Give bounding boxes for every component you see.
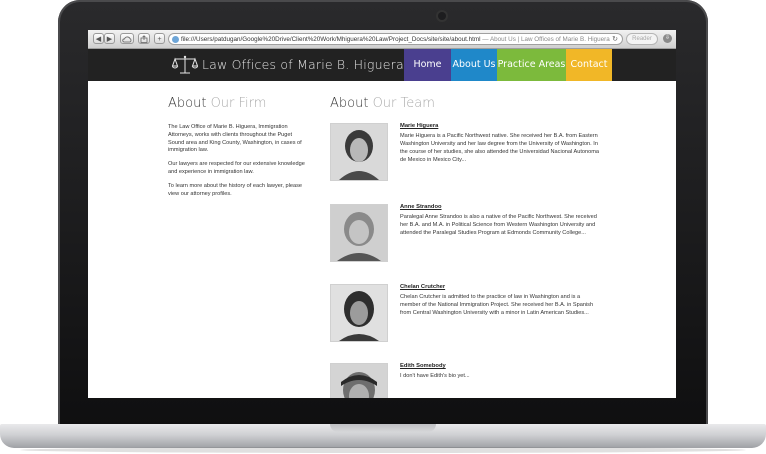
cloud-icon	[122, 36, 132, 43]
new-tab-button[interactable]: +	[154, 33, 165, 44]
site-header: Law Offices of Marie B. Higuera Home Abo…	[88, 49, 676, 81]
share-button[interactable]	[138, 33, 150, 44]
laptop-notch	[330, 424, 436, 432]
share-icon	[140, 35, 148, 43]
back-button[interactable]: ◀	[93, 33, 104, 44]
scales-of-justice-icon	[172, 55, 198, 74]
nav-home[interactable]: Home	[404, 49, 451, 81]
firm-paragraph: Our lawyers are respected for our extens…	[168, 161, 305, 175]
member-name-link[interactable]: Edith Somebody	[400, 363, 446, 369]
member-photo[interactable]	[330, 284, 388, 342]
browser-window: ◀ ▶ + file:///Users/patdugan/Google%20Dr…	[88, 30, 676, 398]
site-title[interactable]: Law Offices of Marie B. Higuera	[202, 57, 404, 72]
plus-icon: +	[157, 36, 162, 43]
team-heading-light: Our Team	[372, 96, 435, 111]
reader-button[interactable]: Reader	[626, 33, 658, 45]
firm-heading: About Our Firm	[168, 96, 266, 111]
firm-paragraph: To learn more about the history of each …	[168, 182, 303, 197]
file-globe-icon	[172, 36, 179, 43]
firm-heading-light: Our Firm	[210, 96, 267, 111]
page-title-in-url: About Us | Law Offices of Marie B. Higue…	[489, 36, 610, 43]
member-name-link[interactable]: Chelan Crutcher	[400, 284, 445, 290]
member-bio: Marie Higuera is a Pacific Northwest nat…	[400, 133, 600, 163]
url-separator: —	[480, 36, 490, 43]
nav-about-us[interactable]: About Us	[451, 49, 497, 81]
team-heading-dark: About	[330, 96, 369, 111]
team-heading: About Our Team	[330, 96, 435, 111]
firm-heading-dark: About	[168, 96, 207, 111]
main-nav: Home About Us Practice Areas Contact	[404, 49, 612, 81]
url-text: file:///Users/patdugan/Google%20Drive/Cl…	[181, 36, 481, 43]
forward-icon: ▶	[106, 36, 113, 43]
camera-icon	[438, 12, 446, 20]
browser-toolbar: ◀ ▶ + file:///Users/patdugan/Google%20Dr…	[88, 30, 676, 49]
nav-contact[interactable]: Contact	[566, 49, 612, 81]
address-bar[interactable]: file:///Users/patdugan/Google%20Drive/Cl…	[168, 33, 623, 45]
member-bio: I don't have Edith's bio yet...	[400, 373, 470, 379]
member-photo[interactable]	[330, 363, 388, 398]
forward-button[interactable]: ▶	[104, 33, 115, 44]
member-photo[interactable]	[330, 204, 388, 262]
cloud-tabs-button[interactable]	[120, 33, 134, 44]
member-bio: Chelan Crutcher is admitted to the pract…	[400, 294, 594, 316]
back-icon: ◀	[95, 36, 102, 43]
member-name-link[interactable]: Anne Strandoo	[400, 204, 442, 210]
member-photo[interactable]	[330, 123, 388, 181]
member-bio: Paralegal Anne Strandoo is also a native…	[400, 214, 597, 236]
download-icon[interactable]: ⇩	[663, 34, 672, 43]
laptop-shadow	[20, 447, 746, 453]
reload-icon[interactable]: ↻	[612, 34, 618, 44]
member-name-link[interactable]: Marie Higuera	[400, 123, 438, 129]
firm-description: The Law Office of Marie B. Higuera, Immi…	[168, 124, 308, 204]
nav-practice-areas[interactable]: Practice Areas	[497, 49, 566, 81]
firm-paragraph: The Law Office of Marie B. Higuera, Immi…	[168, 124, 302, 154]
